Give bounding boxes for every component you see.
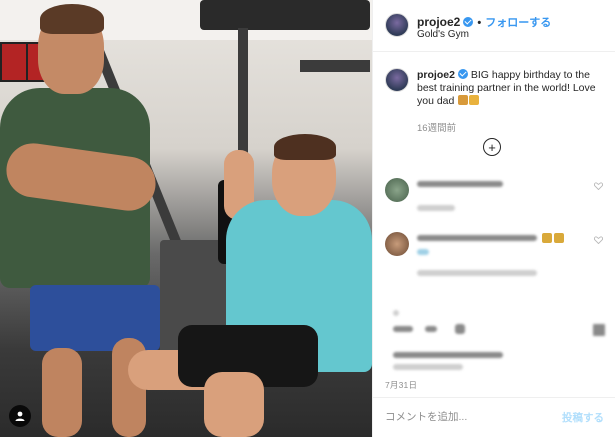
caption-username[interactable]: projoe2	[417, 69, 455, 81]
caption-text: projoe2 BIG happy birthday to the best t…	[417, 69, 607, 108]
person-left-leg	[42, 348, 82, 437]
plus-circle-icon: +	[488, 139, 496, 155]
person-right-leg	[204, 372, 264, 437]
location-link[interactable]: Gold's Gym	[417, 29, 469, 40]
comment-text-blurred	[417, 181, 503, 187]
follow-button[interactable]: フォローする	[485, 17, 551, 29]
separator-dot: •	[477, 17, 482, 29]
blurred-mark	[455, 324, 465, 334]
gym-machine-top	[200, 0, 370, 30]
comment-text-blurred	[417, 235, 537, 241]
avatar[interactable]	[385, 13, 409, 37]
comment-box: 投稿する	[373, 397, 615, 437]
comment-meta-blurred	[417, 270, 537, 276]
blurred-mark	[425, 326, 437, 332]
person-left-hair	[40, 4, 104, 34]
username-link[interactable]: projoe2	[417, 15, 460, 29]
flexed-biceps-emoji	[458, 95, 469, 105]
post-comment-button[interactable]: 投稿する	[562, 410, 604, 425]
avatar[interactable]	[385, 178, 409, 202]
comment-text-blurred	[417, 249, 429, 255]
post-sidebar: projoe2 • フォローする Gold's Gym projoe2 BIG ha…	[372, 0, 615, 437]
caption-timestamp: 16週間前	[417, 123, 457, 134]
post-date: 7月31日	[385, 380, 418, 390]
emoji-blurred	[554, 233, 564, 243]
person-right-hair	[274, 134, 336, 160]
blurred-mark	[593, 324, 605, 336]
load-more-comments-button[interactable]: +	[483, 138, 501, 156]
blurred-mark	[393, 326, 413, 332]
user-tag-button[interactable]	[9, 405, 31, 427]
post-photo[interactable]	[0, 0, 372, 437]
avatar[interactable]	[385, 68, 409, 92]
verified-badge-icon	[463, 17, 474, 27]
blurred-mark	[393, 310, 399, 316]
gym-machine-frame	[300, 60, 370, 72]
post-header: projoe2 • フォローする Gold's Gym	[373, 0, 615, 52]
heart-icon[interactable]	[594, 182, 603, 190]
header-username-row: projoe2 • フォローする	[417, 14, 551, 30]
likes-blurred	[393, 364, 463, 370]
avatar[interactable]	[385, 232, 409, 256]
user-tag-icon	[15, 411, 25, 421]
comment-meta-blurred	[417, 205, 455, 211]
emoji-blurred	[542, 233, 552, 243]
verified-badge-icon	[457, 69, 468, 79]
party-popper-emoji	[469, 95, 480, 105]
likes-blurred	[393, 352, 503, 358]
comment-input[interactable]	[385, 406, 545, 428]
heart-icon[interactable]	[594, 236, 603, 244]
